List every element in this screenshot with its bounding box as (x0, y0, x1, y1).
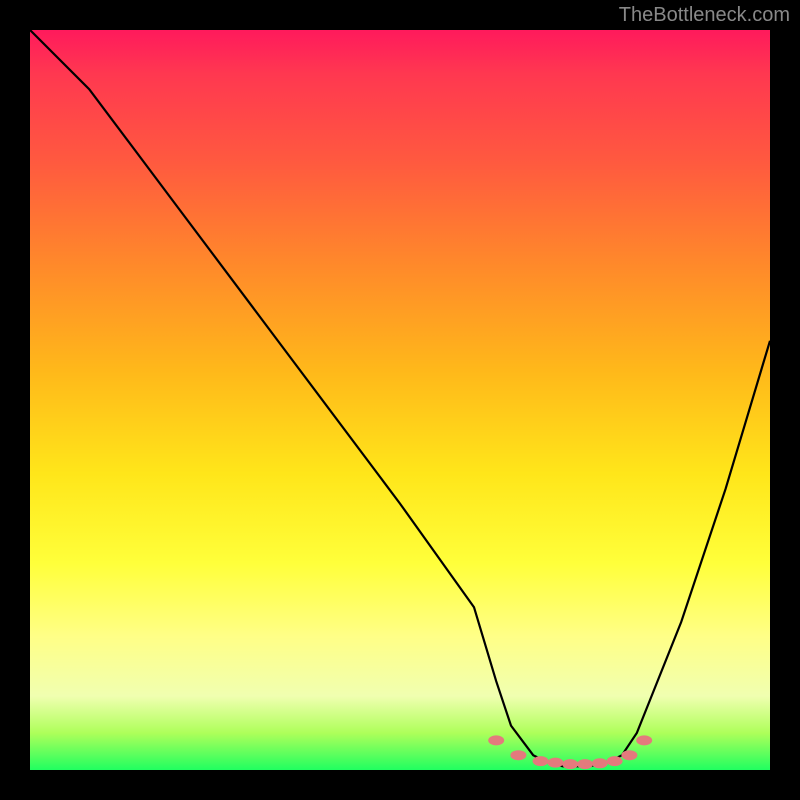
optimal-marker (607, 756, 623, 766)
optimal-marker (621, 750, 637, 760)
optimal-marker (547, 758, 563, 768)
attribution-text: TheBottleneck.com (619, 4, 790, 27)
optimal-marker (636, 735, 652, 745)
chart-svg (30, 30, 770, 770)
optimal-marker (510, 750, 526, 760)
plot-area (30, 30, 770, 770)
optimal-marker (592, 758, 608, 768)
optimal-marker (577, 759, 593, 769)
bottleneck-curve (30, 30, 770, 766)
optimal-markers (488, 735, 652, 769)
optimal-marker (562, 759, 578, 769)
optimal-marker (488, 735, 504, 745)
optimal-marker (533, 756, 549, 766)
